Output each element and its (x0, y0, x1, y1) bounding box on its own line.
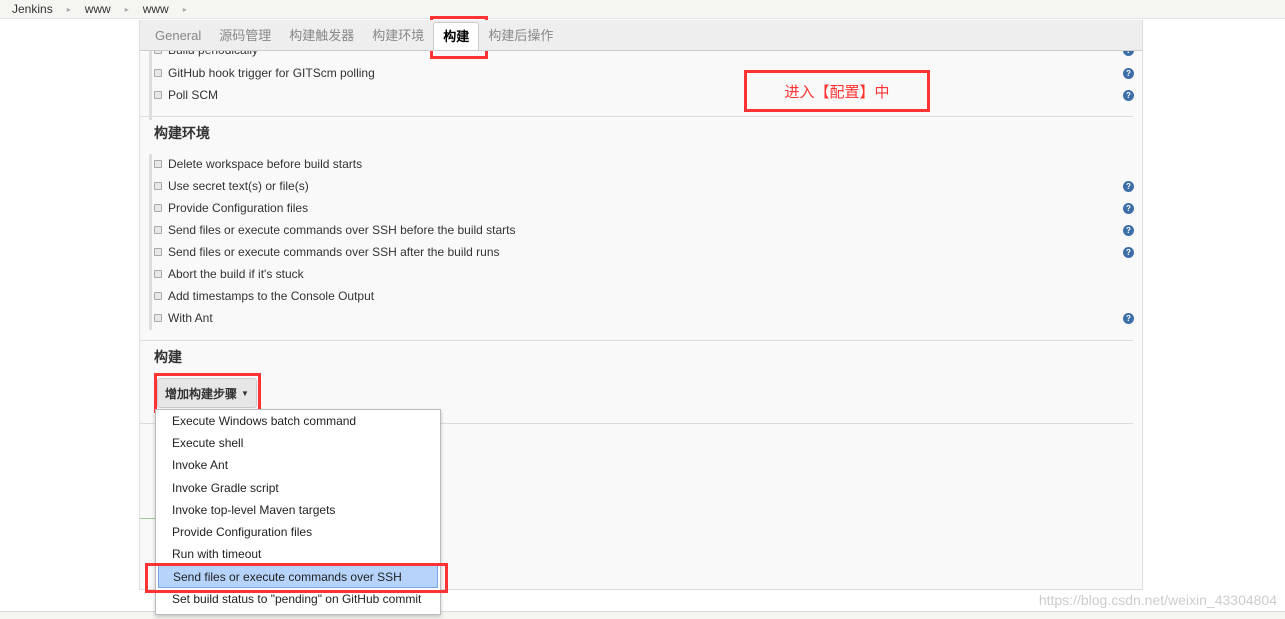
annotation-note: 进入【配置】中 (744, 70, 930, 112)
help-icon[interactable]: ? (1123, 312, 1134, 324)
tab-triggers[interactable]: 构建触发器 (280, 22, 363, 50)
checkbox[interactable] (154, 69, 162, 77)
checkbox[interactable] (154, 292, 162, 300)
help-icon[interactable]: ? (1123, 89, 1134, 101)
divider (140, 116, 1133, 117)
section-title-build-env: 构建环境 (154, 125, 210, 141)
config-tabs: General 源码管理 构建触发器 构建环境 构建 构建后操作 (140, 20, 1142, 51)
highlight-ssh-item (145, 563, 448, 593)
env-option[interactable]: Add timestamps to the Console Output (154, 286, 1134, 306)
help-icon[interactable]: ? (1123, 224, 1134, 236)
menu-item[interactable]: Invoke Gradle script (156, 477, 440, 499)
checkbox[interactable] (154, 204, 162, 212)
trigger-github-hook[interactable]: GitHub hook trigger for GITScm polling? (154, 63, 1134, 83)
env-option[interactable]: Delete workspace before build starts (154, 154, 1134, 174)
chevron-right-icon: ▸ (66, 4, 71, 14)
section-title-build: 构建 (154, 349, 182, 365)
menu-item[interactable]: Execute shell (156, 432, 440, 454)
menu-item[interactable]: Run with timeout (156, 543, 440, 565)
tab-build[interactable]: 构建 (433, 22, 480, 50)
checkbox[interactable] (154, 270, 162, 278)
tab-scm[interactable]: 源码管理 (210, 22, 280, 50)
help-icon[interactable]: ? (1123, 246, 1134, 258)
menu-item[interactable]: Invoke Ant (156, 454, 440, 476)
menu-item[interactable]: Execute Windows batch command (156, 410, 440, 432)
checkbox[interactable] (154, 182, 162, 190)
watermark: https://blog.csdn.net/weixin_43304804 (1038, 592, 1277, 608)
checkbox[interactable] (154, 314, 162, 322)
menu-item[interactable]: Invoke top-level Maven targets (156, 499, 440, 521)
section-bar (149, 50, 152, 120)
menu-item[interactable]: Provide Configuration files (156, 521, 440, 543)
env-option[interactable]: With Ant? (154, 308, 1134, 328)
env-option[interactable]: Send files or execute commands over SSH … (154, 242, 1134, 262)
help-icon[interactable]: ? (1123, 180, 1134, 192)
breadcrumb-jenkins[interactable]: Jenkins (12, 2, 53, 16)
chevron-right-icon: ▸ (182, 4, 187, 14)
env-option[interactable]: Provide Configuration files? (154, 198, 1134, 218)
checkbox[interactable] (154, 160, 162, 168)
checkbox[interactable] (154, 226, 162, 234)
breadcrumb: Jenkins ▸ www ▸ www ▸ (0, 0, 1285, 19)
help-icon[interactable]: ? (1123, 67, 1134, 79)
tab-general[interactable]: General (146, 22, 210, 50)
breadcrumb-www-job[interactable]: www (143, 2, 169, 16)
env-option[interactable]: Send files or execute commands over SSH … (154, 220, 1134, 240)
env-option[interactable]: Abort the build if it's stuck (154, 264, 1134, 284)
divider (140, 340, 1133, 341)
help-icon[interactable]: ? (1123, 202, 1134, 214)
section-bar (149, 154, 152, 330)
tab-build-env[interactable]: 构建环境 (363, 22, 433, 50)
tab-post-build[interactable]: 构建后操作 (479, 22, 562, 50)
trigger-poll-scm[interactable]: Poll SCM? (154, 85, 1134, 105)
env-option[interactable]: Use secret text(s) or file(s)? (154, 176, 1134, 196)
checkbox[interactable] (154, 248, 162, 256)
checkbox[interactable] (154, 91, 162, 99)
highlight-add-step (154, 373, 261, 413)
chevron-right-icon: ▸ (124, 4, 129, 14)
breadcrumb-www[interactable]: www (85, 2, 111, 16)
